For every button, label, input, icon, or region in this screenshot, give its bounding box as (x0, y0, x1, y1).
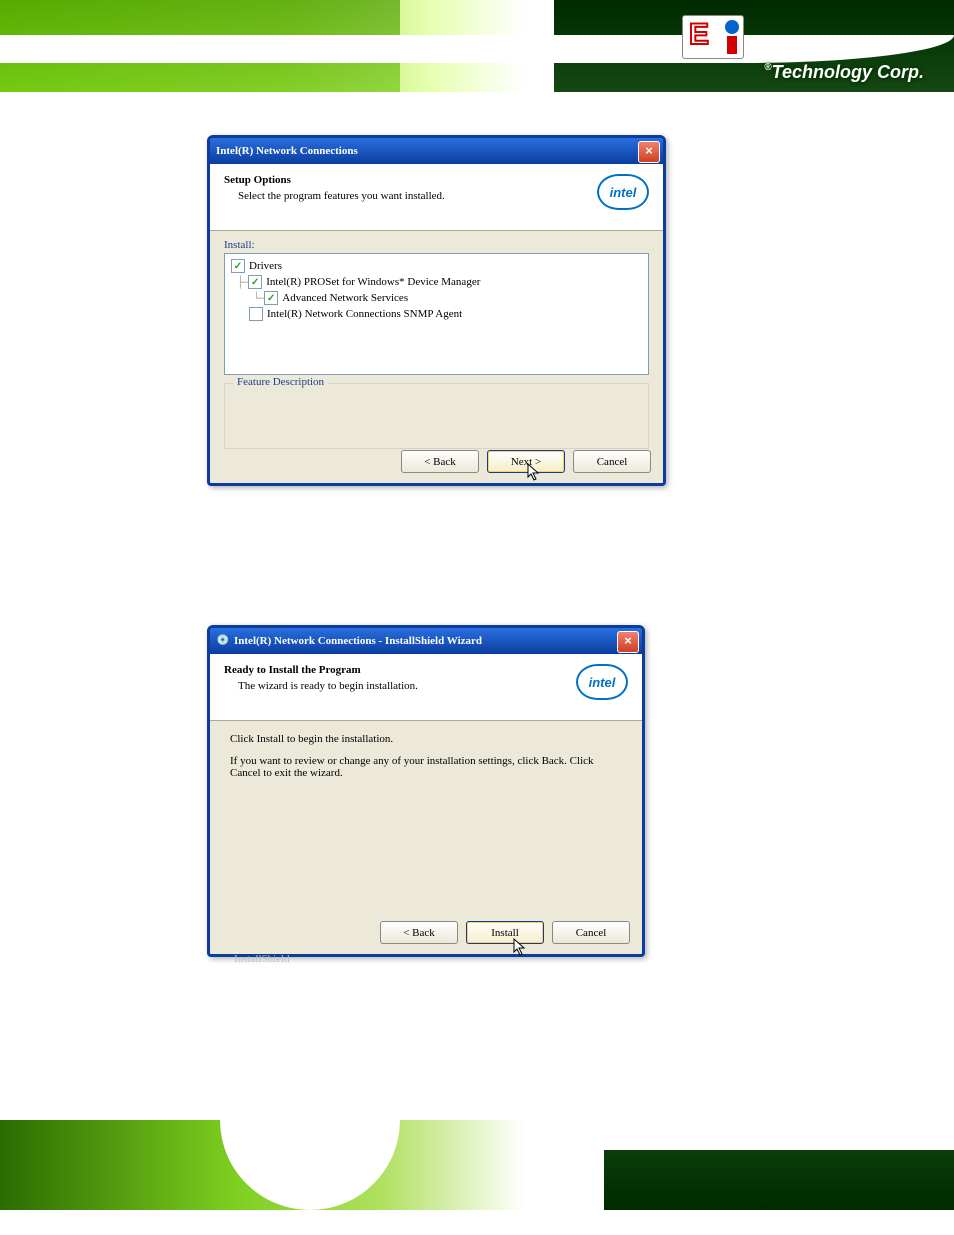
intel-logo: intel (576, 664, 628, 700)
page-footer-banner (0, 1120, 954, 1210)
dialog-header: Ready to Install the Program The wizard … (210, 654, 642, 721)
ready-install-dialog: 💿 Intel(R) Network Connections - Install… (207, 625, 645, 957)
checkbox-icon[interactable]: ✓ (248, 275, 262, 289)
close-button[interactable]: × (638, 141, 660, 163)
body-text-2: If you want to review or change any of y… (230, 755, 626, 779)
iei-logo-dot (725, 20, 739, 34)
window-title: Intel(R) Network Connections (216, 145, 358, 157)
cancel-button[interactable]: Cancel (552, 921, 630, 944)
dialog-header: Setup Options Select the program feature… (210, 164, 663, 231)
header-title: Setup Options (224, 174, 649, 186)
brand-reg: ® (764, 62, 771, 73)
iei-logo-i (727, 36, 737, 54)
body-text-1: Click Install to begin the installation. (230, 733, 626, 745)
next-button[interactable]: Next > (487, 450, 565, 473)
header-swoosh (0, 35, 954, 63)
tree-node-drivers[interactable]: ✓ Drivers (231, 258, 642, 274)
button-label: < Back (403, 927, 435, 939)
intel-logo: intel (597, 174, 649, 210)
button-label: Cancel (597, 456, 628, 468)
button-label: Cancel (576, 927, 607, 939)
checkbox-icon[interactable]: ✓ (231, 259, 245, 273)
iei-logo (682, 15, 744, 59)
titlebar[interactable]: Intel(R) Network Connections × (210, 138, 663, 164)
tree-node-proset[interactable]: ├─✓ Intel(R) PROSet for Windows* Device M… (231, 274, 642, 290)
installshield-label: InstallShield (234, 953, 628, 965)
button-row: < Back Next > Cancel (401, 450, 651, 473)
header-subtitle: Select the program features you want ins… (238, 190, 649, 202)
tree-node-advanced[interactable]: └─✓ Advanced Network Services (231, 290, 642, 306)
tree-label: Advanced Network Services (282, 292, 408, 304)
iei-logo-e (689, 18, 713, 54)
header-title: Ready to Install the Program (224, 664, 628, 676)
install-button[interactable]: Install (466, 921, 544, 944)
feature-description-box: Feature Description (224, 383, 649, 449)
tree-connector-icon: ├─ (237, 276, 248, 289)
checkbox-icon[interactable]: ✓ (264, 291, 278, 305)
cancel-button[interactable]: Cancel (573, 450, 651, 473)
button-label: < Back (424, 456, 456, 468)
back-button[interactable]: < Back (401, 450, 479, 473)
installer-icon: 💿 (216, 634, 230, 648)
brand-name-text: Technology Corp. (772, 62, 924, 82)
button-label: Install (491, 927, 519, 939)
tree-label: Drivers (249, 260, 282, 272)
tree-label: Intel(R) Network Connections SNMP Agent (267, 308, 462, 320)
tree-node-snmp[interactable]: Intel(R) Network Connections SNMP Agent (231, 306, 642, 322)
footer-circuit-graphic-right (604, 1150, 954, 1210)
header-swoosh-bottom (0, 92, 954, 110)
header-subtitle: The wizard is ready to begin installatio… (238, 680, 628, 692)
feature-tree[interactable]: ✓Drivers ├─✓Intel(R) PROSet for Windows*… (224, 253, 649, 375)
tree-label: Intel(R) PROSet for Windows* Device Mana… (266, 276, 480, 288)
page-header-banner: ®Technology Corp. (0, 0, 954, 110)
button-label: Next > (511, 456, 541, 468)
checkbox-icon[interactable] (249, 307, 263, 321)
intel-logo-text: intel (589, 675, 616, 690)
setup-options-dialog: Intel(R) Network Connections × Setup Opt… (207, 135, 666, 486)
intel-logo-text: intel (610, 185, 637, 200)
window-title: Intel(R) Network Connections - InstallSh… (234, 635, 482, 647)
button-row: < Back Install Cancel (380, 921, 630, 944)
dialog-body: Install: ✓Drivers ├─✓Intel(R) PROSet for… (210, 231, 663, 457)
titlebar[interactable]: 💿 Intel(R) Network Connections - Install… (210, 628, 642, 654)
close-button[interactable]: × (617, 631, 639, 653)
tree-connector-icon: └─ (253, 292, 264, 305)
back-button[interactable]: < Back (380, 921, 458, 944)
brand-name: ®Technology Corp. (764, 62, 924, 83)
footer-swoosh (220, 1120, 400, 1210)
install-label: Install: (224, 239, 649, 251)
feature-description-label: Feature Description (233, 376, 328, 388)
